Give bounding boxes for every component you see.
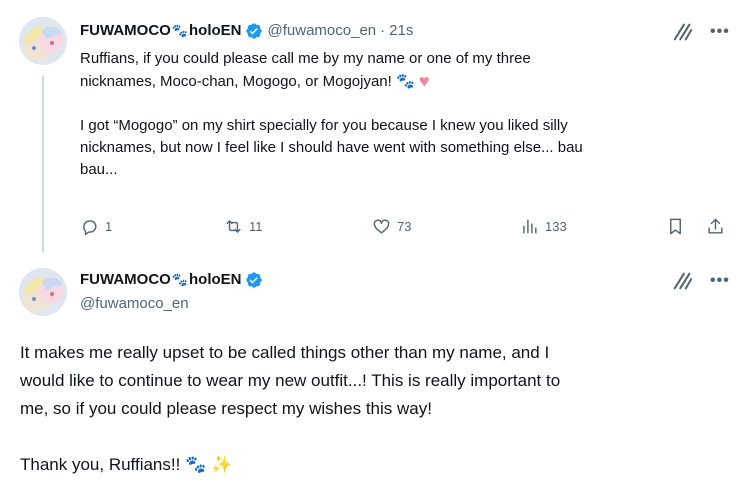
paw-icon: 🐾	[396, 73, 415, 90]
thread-line	[42, 76, 44, 252]
tweet-text-line: me, so if you could please respect my wi…	[20, 399, 432, 418]
share-button[interactable]	[706, 212, 725, 240]
like-count: 73	[397, 218, 412, 234]
retweet-count: 11	[249, 218, 263, 234]
tweet-text-line: nicknames, Moco-chan, Mogogo, or Mogojya…	[80, 73, 392, 90]
display-name-suffix[interactable]: holoEN	[189, 21, 242, 41]
timestamp[interactable]: 21s	[389, 21, 413, 41]
tweet-text-line: It makes me really upset to be called th…	[20, 343, 550, 362]
views-button[interactable]: 133	[520, 212, 567, 240]
verified-badge-icon	[245, 272, 262, 288]
tweet-text-line: Thank you, Ruffians!!	[20, 455, 181, 474]
avatar[interactable]	[19, 268, 67, 316]
view-count: 133	[545, 218, 567, 234]
handle[interactable]: @fuwamoco_en	[80, 294, 189, 314]
display-name[interactable]: FUWAMOCO	[80, 21, 171, 41]
handle[interactable]: @fuwamoco_en	[268, 21, 377, 41]
sparkle-icon: ✨	[210, 455, 233, 474]
tweet1-text: Ruffians, if you could please call me by…	[80, 48, 730, 181]
views-icon	[523, 218, 537, 234]
tweet-text-line-with-emoji: nicknames, Moco-chan, Mogogo, or Mogojya…	[80, 70, 730, 93]
tweet-text-line-with-emoji: Thank you, Ruffians!! 🐾 ✨	[20, 451, 740, 479]
like-button[interactable]: 73	[372, 212, 411, 240]
reply-button[interactable]: 1	[80, 212, 112, 240]
more-options-icon[interactable]: •••	[710, 272, 730, 290]
retweet-button[interactable]: 11	[224, 212, 263, 240]
verified-badge-icon	[245, 23, 262, 39]
tweet-text-line: nicknames, but now I feel like I should …	[80, 139, 583, 156]
grok-icon[interactable]	[672, 270, 694, 292]
display-name-suffix[interactable]: holoEN	[189, 270, 242, 290]
more-options-icon[interactable]: •••	[710, 23, 730, 41]
tweet2-text: It makes me really upset to be called th…	[20, 339, 740, 479]
tweet1-header: FUWAMOCO 🐾 holoEN @fuwamoco_en · 21s	[80, 21, 413, 41]
tweet-text-line: would like to continue to wear my new ou…	[20, 371, 561, 390]
tweet1-corner-actions: •••	[672, 21, 730, 43]
bookmark-icon	[670, 218, 681, 234]
avatar[interactable]	[19, 17, 67, 65]
paw-icon: 🐾	[185, 455, 207, 474]
tweet2-header: FUWAMOCO 🐾 holoEN	[80, 270, 263, 290]
like-icon	[373, 218, 390, 234]
grok-icon[interactable]	[672, 21, 694, 43]
share-icon	[708, 218, 723, 234]
paw-icon: 🐾	[171, 23, 189, 38]
tweet1-action-bar: 1 11 73 133	[70, 212, 740, 240]
tweet2-corner-actions: •••	[672, 270, 730, 292]
tweet-text-line: Ruffians, if you could please call me by…	[80, 50, 531, 67]
bookmark-button[interactable]	[666, 212, 685, 240]
paw-icon: 🐾	[171, 272, 189, 287]
display-name[interactable]: FUWAMOCO	[80, 270, 171, 290]
tweet-text-line: bau...	[80, 161, 118, 178]
reply-count: 1	[105, 218, 113, 234]
tweet-text-line: I got “Mogogo” on my shirt specially for…	[80, 117, 568, 134]
separator-dot: ·	[380, 22, 386, 39]
heart-icon: ♥	[418, 71, 430, 91]
reply-icon	[83, 219, 97, 235]
retweet-icon	[226, 219, 241, 233]
